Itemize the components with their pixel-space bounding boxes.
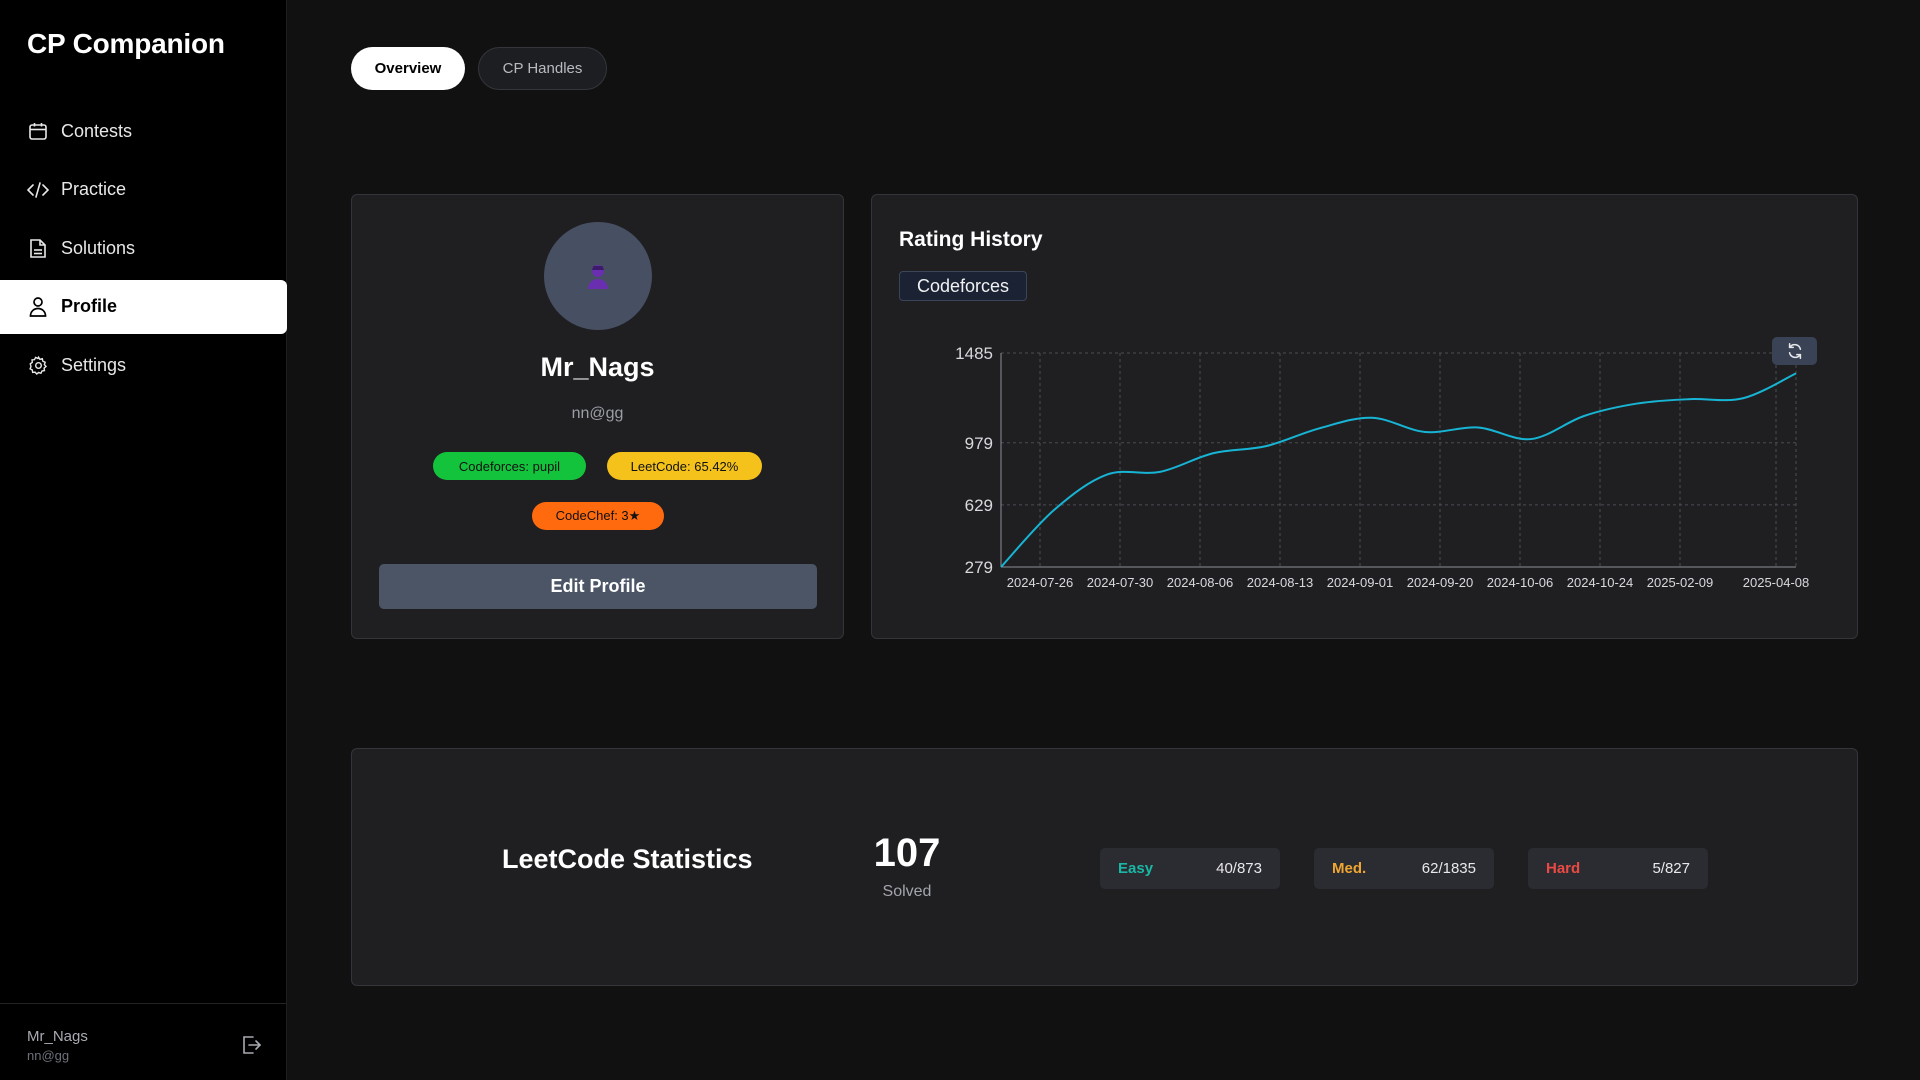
sidebar-item-label: Practice [61, 179, 127, 199]
sidebar: CP Companion Contests Practice Solutions… [0, 0, 287, 1080]
x-tick-label: 2025-04-08 [1743, 575, 1810, 590]
sidebar-item-label: Settings [61, 354, 127, 375]
sidebar-item-label: Contests [61, 120, 133, 141]
sidebar-item-label: Solutions [61, 237, 136, 258]
codechef-badge: CodeChef: 3★ [532, 502, 664, 530]
leetcode-stats-title: LeetCode Statistics [502, 844, 753, 874]
tab-overview[interactable]: Overview [351, 47, 465, 90]
leetcode-badge: LeetCode: 65.42% [607, 452, 762, 480]
rating-history-card: Rating History Codeforces 279 629 979 1485 2… [871, 194, 1858, 639]
profile-email: nn@gg [571, 405, 624, 422]
refresh-button[interactable] [1772, 337, 1817, 365]
medium-value: 62/1835 [1421, 860, 1476, 877]
leetcode-stats-card: LeetCode Statistics 107 Solved Easy 40/8… [351, 748, 1858, 986]
x-tick-label: 2024-07-26 [1007, 575, 1074, 590]
y-tick-label: 279 [965, 558, 993, 577]
easy-stat: Easy 40/873 [1100, 848, 1280, 889]
codeforces-badge: Codeforces: pupil [433, 452, 586, 480]
easy-label: Easy [1118, 860, 1154, 877]
sidebar-nav: Contests Practice Solutions Profile Sett… [0, 104, 287, 397]
x-tick-label: 2024-07-30 [1087, 575, 1154, 590]
sidebar-item-practice[interactable]: Practice [0, 163, 287, 217]
refresh-icon [1788, 343, 1801, 359]
code-icon [27, 179, 49, 201]
hard-label: Hard [1546, 860, 1581, 877]
user-silhouette-icon [588, 265, 608, 289]
logout-icon[interactable] [240, 1034, 262, 1056]
sidebar-item-solutions[interactable]: Solutions [0, 221, 287, 275]
footer-email: nn@gg [27, 1048, 70, 1063]
sidebar-item-profile[interactable]: Profile [0, 279, 287, 334]
sidebar-footer: Mr_Nags nn@gg [0, 1003, 287, 1080]
document-icon [27, 237, 49, 259]
x-tick-label: 2024-08-06 [1167, 575, 1234, 590]
solved-label: Solved [882, 883, 932, 900]
y-tick-label: 629 [965, 496, 993, 515]
rating-chart: 279 629 979 1485 2024-07-26 2024-07-30 2024-08… [955, 344, 1810, 590]
x-tick-label: 2024-09-20 [1407, 575, 1474, 590]
x-tick-label: 2025-02-09 [1647, 575, 1714, 590]
avatar [544, 222, 652, 330]
calendar-icon [27, 120, 49, 142]
footer-username: Mr_Nags [27, 1028, 88, 1045]
app-title: CP Companion [27, 28, 225, 59]
x-tick-label: 2024-08-13 [1247, 575, 1314, 590]
gear-icon [27, 354, 49, 376]
x-tick-label: 2024-10-24 [1567, 575, 1634, 590]
y-tick-label: 1485 [955, 344, 993, 363]
hard-value: 5/827 [1652, 860, 1690, 877]
easy-value: 40/873 [1216, 860, 1262, 877]
x-tick-label: 2024-10-06 [1487, 575, 1554, 590]
medium-label: Med. [1332, 860, 1367, 877]
edit-profile-button[interactable]: Edit Profile [379, 564, 817, 609]
profile-card: Mr_Nags nn@gg Codeforces: pupil LeetCode… [351, 194, 844, 639]
sidebar-item-contests[interactable]: Contests [0, 104, 287, 158]
x-tick-label: 2024-09-01 [1327, 575, 1394, 590]
sidebar-item-settings[interactable]: Settings [0, 338, 287, 392]
hard-stat: Hard 5/827 [1528, 848, 1708, 889]
y-tick-label: 979 [965, 434, 993, 453]
user-icon [27, 296, 49, 318]
sidebar-item-label: Profile [61, 296, 118, 316]
profile-name: Mr_Nags [540, 352, 655, 382]
solved-count: 107 [873, 831, 941, 875]
medium-stat: Med. 62/1835 [1314, 848, 1494, 889]
tab-cp-handles[interactable]: CP Handles [478, 47, 607, 90]
